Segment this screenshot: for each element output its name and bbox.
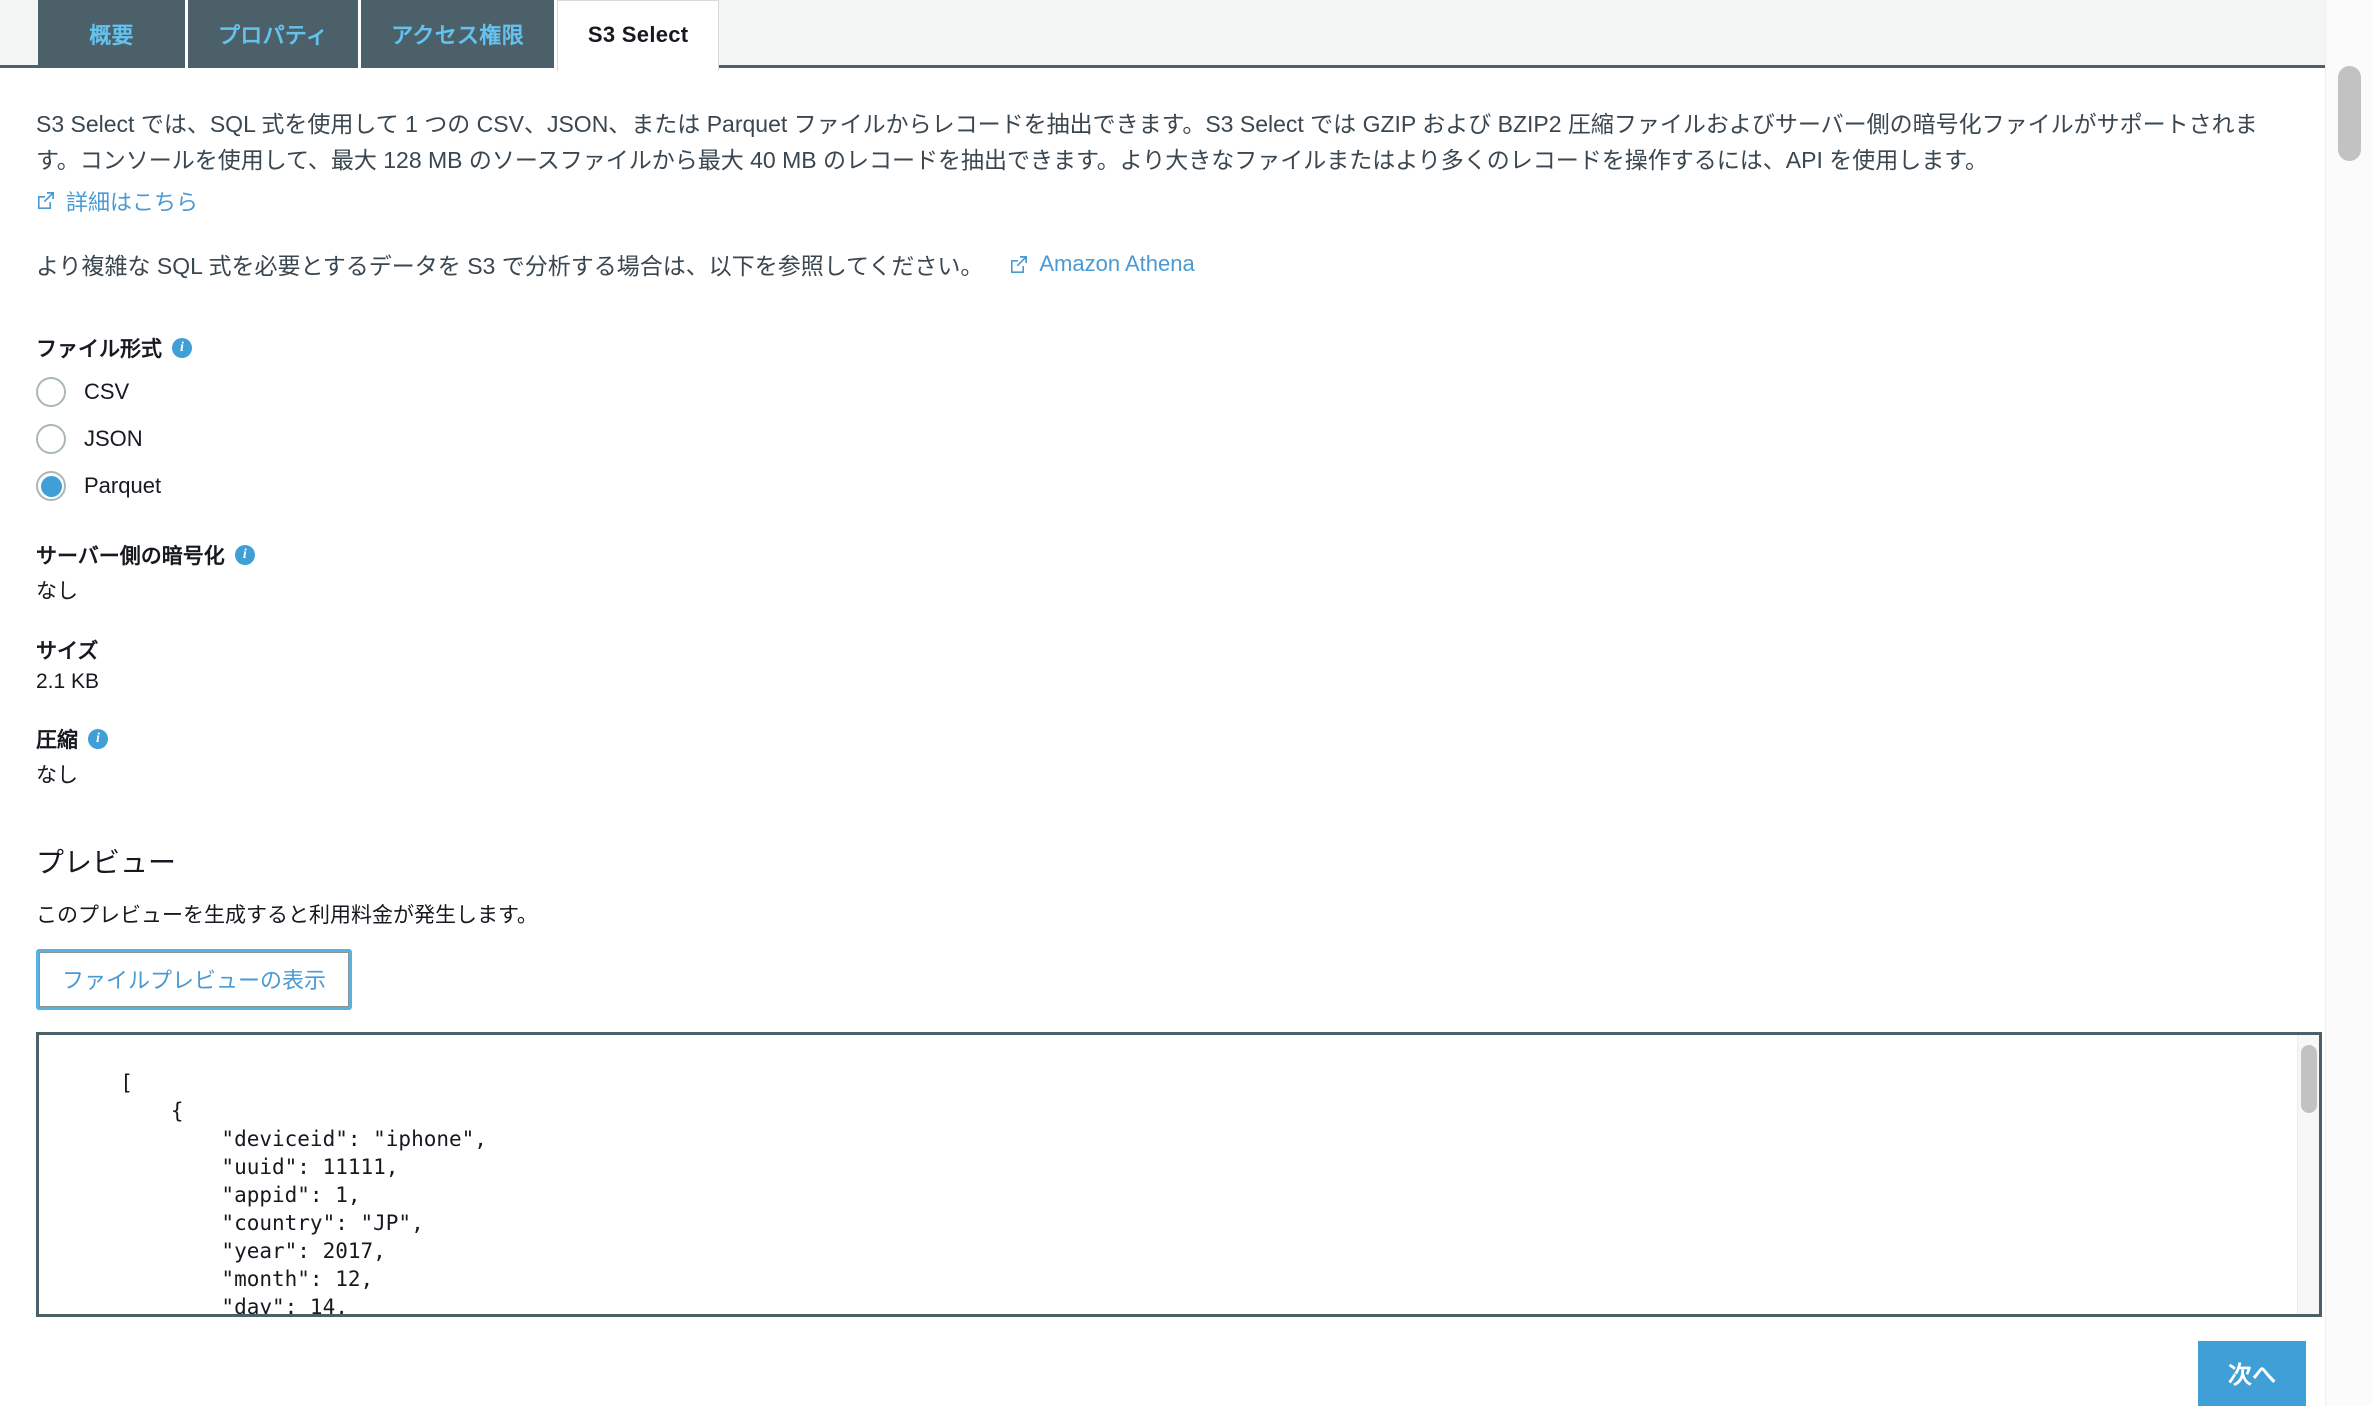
radio-parquet-control[interactable] — [36, 471, 66, 502]
preview-note: このプレビューを生成すると利用料金が発生します。 — [36, 903, 538, 927]
next-button[interactable]: 次へ — [2198, 1341, 2306, 1406]
learn-more-row: 詳細はこちら — [0, 179, 2325, 217]
file-format-radio-group: CSV JSON Parquet — [36, 369, 2289, 510]
info-icon[interactable]: i — [234, 544, 255, 565]
tab-overview-label: 概要 — [89, 23, 134, 48]
radio-option-json[interactable]: JSON — [36, 416, 2289, 463]
info-icon[interactable]: i — [88, 728, 108, 749]
show-file-preview-button-wrap: ファイルプレビューの表示 — [36, 948, 353, 1010]
page-scrollbar[interactable] — [2325, 0, 2372, 1406]
compression-label-row: 圧縮 i — [36, 724, 2289, 754]
compression-block: 圧縮 i なし — [36, 724, 2289, 789]
tab-s3-select[interactable]: S3 Select — [556, 0, 720, 71]
encryption-label-row: サーバー側の暗号化 i — [36, 540, 2289, 570]
file-format-label: ファイル形式 — [36, 337, 162, 361]
radio-json-label: JSON — [84, 426, 143, 452]
learn-more-link[interactable]: 詳細はこちら — [36, 185, 198, 217]
amazon-athena-link[interactable]: Amazon Athena — [1009, 251, 1195, 277]
s3-select-page: 概要 プロパティ アクセス権限 S3 Select S3 Select では、S… — [0, 0, 2372, 1406]
radio-csv-label: CSV — [84, 379, 130, 405]
intro-paragraph: S3 Select では、SQL 式を使用して 1 つの CSV、JSON、また… — [36, 111, 2258, 174]
file-preview-code: [ { "deviceid": "iphone", "uuid": 11111,… — [120, 1070, 487, 1317]
size-block: サイズ 2.1 KB — [36, 635, 2289, 694]
amazon-athena-label: Amazon Athena — [1039, 251, 1195, 277]
code-box-scrollbar-thumb[interactable] — [2301, 1044, 2317, 1113]
page-scrollbar-thumb[interactable] — [2338, 66, 2361, 161]
compression-value: なし — [36, 763, 78, 787]
form-section: ファイル形式 i CSV JSON Parquet サーバー側の暗号化 i なし… — [0, 333, 2325, 1317]
preview-heading: プレビュー — [36, 846, 177, 878]
main-content: S3 Select では、SQL 式を使用して 1 つの CSV、JSON、また… — [0, 68, 2325, 1317]
tab-overview[interactable]: 概要 — [38, 0, 188, 68]
encryption-block: サーバー側の暗号化 i なし — [36, 540, 2289, 605]
athena-paragraph-row: より複雑な SQL 式を必要とするデータを S3 で分析する場合は、以下を参照し… — [0, 217, 2325, 281]
code-box-scrollbar[interactable] — [2297, 1034, 2319, 1314]
tab-permissions[interactable]: アクセス権限 — [361, 0, 557, 68]
info-icon[interactable]: i — [172, 337, 192, 358]
learn-more-label: 詳細はこちら — [66, 189, 199, 215]
tab-properties-label: プロパティ — [218, 23, 329, 48]
encryption-label: サーバー側の暗号化 — [36, 544, 225, 568]
radio-option-parquet[interactable]: Parquet — [36, 463, 2289, 510]
external-link-icon — [1009, 255, 1028, 274]
compression-label: 圧縮 — [36, 728, 78, 752]
size-label-row: サイズ — [36, 635, 2289, 665]
file-format-label-row: ファイル形式 i — [36, 333, 2289, 363]
radio-json-control[interactable] — [36, 424, 66, 455]
file-preview-code-box: [ { "deviceid": "iphone", "uuid": 11111,… — [36, 1031, 2322, 1317]
tab-s3-select-label: S3 Select — [587, 21, 689, 47]
radio-option-csv[interactable]: CSV — [36, 369, 2289, 416]
size-value: 2.1 KB — [36, 669, 100, 693]
show-file-preview-button[interactable]: ファイルプレビューの表示 — [39, 951, 350, 1007]
tab-bar: 概要 プロパティ アクセス権限 S3 Select — [0, 0, 2372, 71]
radio-parquet-label: Parquet — [84, 473, 162, 499]
tab-permissions-label: アクセス権限 — [391, 23, 524, 48]
athena-paragraph-text: より複雑な SQL 式を必要とするデータを S3 で分析する場合は、以下を参照し… — [36, 252, 984, 279]
tab-properties[interactable]: プロパティ — [188, 0, 362, 68]
tab-strip: 概要 プロパティ アクセス権限 S3 Select — [38, 0, 720, 71]
external-link-icon — [36, 191, 55, 210]
encryption-value: なし — [36, 579, 78, 603]
radio-csv-control[interactable] — [36, 377, 66, 408]
size-label: サイズ — [36, 639, 99, 663]
